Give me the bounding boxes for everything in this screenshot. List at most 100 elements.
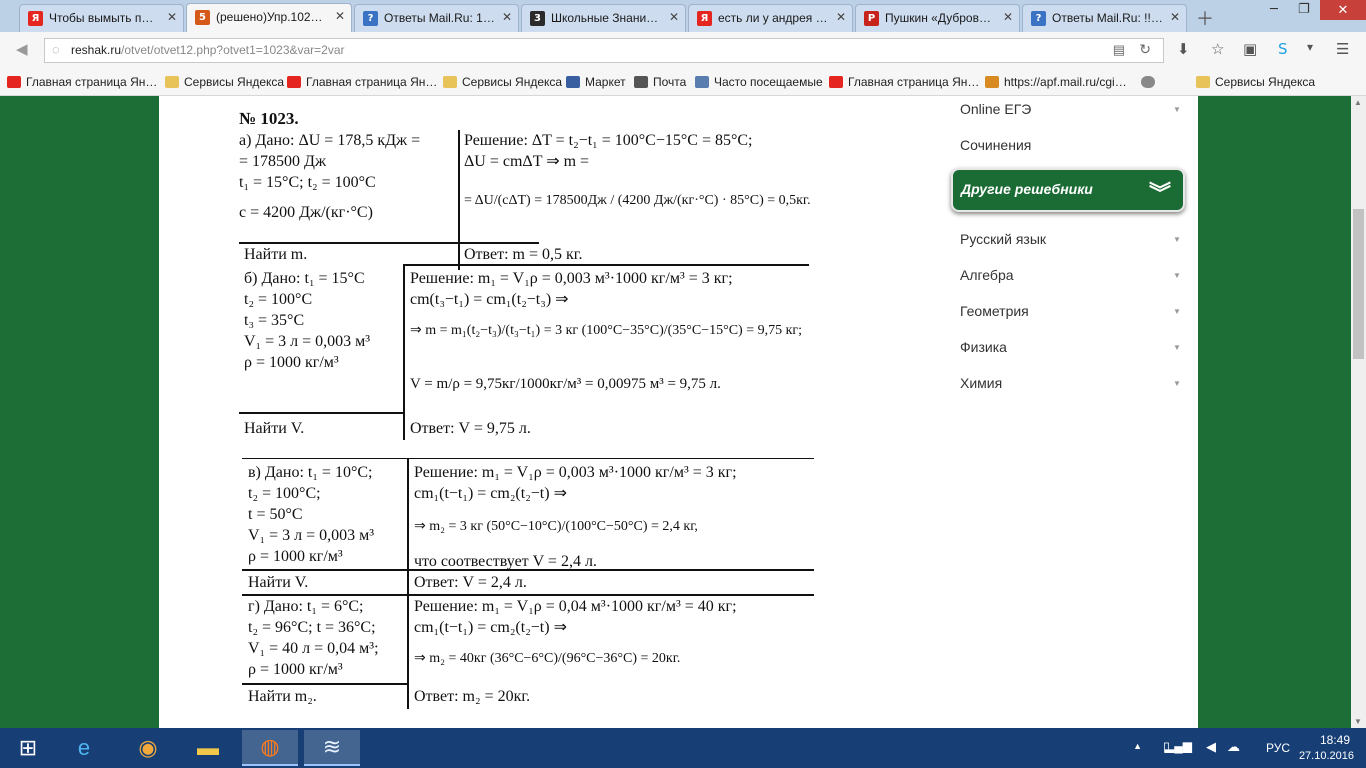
scrollbar-thumb[interactable]	[1353, 209, 1364, 359]
solution-line: Найти m₂.	[248, 688, 317, 705]
sidebar-item-chemistry[interactable]: Химия	[960, 375, 1002, 391]
divider	[458, 130, 460, 270]
back-icon[interactable]: ◀	[16, 40, 28, 58]
close-tab-icon[interactable]: ✕	[335, 9, 345, 23]
close-tab-icon[interactable]: ✕	[502, 10, 512, 24]
reshak-icon: 5	[195, 10, 210, 25]
tab-3[interactable]: 3 Школьные Знани… ✕	[521, 4, 686, 32]
solution-line: Найти V.	[248, 574, 309, 591]
bookmark-item[interactable]: Главная страница Ян…	[7, 75, 157, 89]
solution-line: V₁ = 3 л = 0,003 м³	[244, 333, 371, 350]
yandex-browser-icon[interactable]: ◉	[120, 730, 176, 766]
solution-line: V₁ = 40 л = 0,04 м³;	[248, 640, 379, 657]
tab-6[interactable]: ? Ответы Mail.Ru: !!… ✕	[1022, 4, 1187, 32]
sidebar-item-algebra[interactable]: Алгебра	[960, 267, 1014, 283]
divider	[407, 594, 409, 709]
yandex-icon	[7, 76, 21, 88]
solution-line: в) Дано: t₁ = 10°C;	[248, 464, 373, 481]
sidebar-item-online-ege[interactable]: Online ЕГЭ	[960, 101, 1031, 117]
close-tab-icon[interactable]: ✕	[1003, 10, 1013, 24]
close-tab-icon[interactable]: ✕	[1170, 10, 1180, 24]
bookmark-label: Сервисы Яндекса	[1215, 75, 1316, 89]
bookmarks-list-icon[interactable]: ▣	[1243, 40, 1257, 58]
tray-chevron-icon[interactable]: ▲	[1133, 741, 1142, 751]
other-solvers-button[interactable]: Другие решебники ︾	[951, 168, 1185, 212]
file-explorer-icon[interactable]: ▬	[180, 730, 236, 766]
solution-line: б) Дано: t₁ = 15°C	[244, 270, 365, 287]
clock-time[interactable]: 18:49	[1320, 733, 1350, 747]
exercise-number: № 1023.	[239, 109, 299, 128]
tab-1[interactable]: 5 (решено)Упр.102… ✕	[186, 3, 352, 32]
mail-answers-icon: ?	[1031, 11, 1046, 26]
sidebar-item-russian[interactable]: Русский язык	[960, 231, 1046, 247]
reload-icon[interactable]: ↻	[1139, 41, 1151, 58]
bookmark-item[interactable]: Часто посещаемые	[695, 75, 823, 89]
solution-line: г) Дано: t₁ = 6°C;	[248, 598, 364, 615]
sidebar-item-essays[interactable]: Сочинения	[960, 137, 1031, 153]
windows-start-icon[interactable]: ⊞	[0, 730, 56, 766]
divider	[239, 242, 539, 244]
tab-0[interactable]: Я Чтобы вымыть п… ✕	[19, 4, 184, 32]
language-indicator[interactable]: РУС	[1266, 741, 1290, 755]
bookmark-item[interactable]: https://apf.mail.ru/cgi…	[985, 75, 1127, 89]
bookmark-item[interactable]: Главная страница Ян…	[829, 75, 979, 89]
internet-explorer-icon[interactable]: e	[56, 730, 112, 766]
tab-2[interactable]: ? Ответы Mail.Ru: 1… ✕	[354, 4, 519, 32]
sidebar-item-geometry[interactable]: Геометрия	[960, 303, 1029, 319]
solution-line: а) Дано: ΔU = 178,5 кДж =	[239, 132, 421, 149]
restore-icon[interactable]: ❐	[1298, 2, 1310, 17]
new-tab-icon[interactable]: ＋	[1196, 5, 1214, 31]
page-content: № 1023. а) Дано: ΔU = 178,5 кДж = = 1785…	[159, 96, 1198, 728]
minimize-icon[interactable]: ─	[1270, 2, 1278, 17]
app-window-icon[interactable]: ≋	[304, 730, 360, 766]
reader-view-icon[interactable]: ▤	[1113, 42, 1125, 58]
yandex-icon: Я	[697, 11, 712, 26]
firefox-icon[interactable]: ◍	[242, 730, 298, 766]
sidebar-item-physics[interactable]: Физика	[960, 339, 1007, 355]
bookmark-star-icon[interactable]: ☆	[1211, 40, 1224, 58]
bookmark-item[interactable]: Главная страница Ян…	[287, 75, 437, 89]
pushkin-icon: P	[864, 11, 879, 26]
close-tab-icon[interactable]: ✕	[669, 10, 679, 24]
bookmark-item[interactable]: Сервисы Яндекса	[443, 75, 562, 89]
bookmark-item[interactable]: Сервисы Яндекса	[1196, 75, 1315, 89]
folder-icon	[165, 76, 179, 88]
volume-icon[interactable]: ◀	[1206, 739, 1216, 755]
address-bar[interactable]: ◌ reshak.ru/otvet/otvet12.php?otvet1=102…	[44, 38, 1164, 63]
yandex-disk-icon[interactable]: ☁	[1227, 739, 1240, 755]
folder-icon	[1196, 76, 1210, 88]
tab-4[interactable]: Яесть ли у андрея … ✕	[688, 4, 853, 32]
solution-line: c = 4200 Дж/(кг·°C)	[239, 204, 373, 221]
triangle-down-icon: ▼	[1173, 105, 1181, 114]
bookmark-label: Главная страница Ян…	[306, 75, 438, 89]
chevron-down-icon[interactable]: ▾	[1307, 40, 1313, 54]
divider	[404, 264, 809, 266]
solution-line: ρ = 1000 кг/м³	[244, 354, 339, 371]
solution-image: № 1023. а) Дано: ΔU = 178,5 кДж = = 1785…	[234, 106, 824, 726]
download-icon[interactable]: ⬇	[1177, 40, 1190, 58]
bookmark-item[interactable]: Почта	[634, 75, 686, 89]
network-icon[interactable]: ▂▄▆	[1165, 739, 1192, 753]
clock-date[interactable]: 27.10.2016	[1299, 750, 1354, 762]
scroll-down-icon[interactable]: ▼	[1354, 717, 1362, 726]
znanija-icon: 3	[530, 11, 545, 26]
vertical-scrollbar[interactable]: ▲ ▼	[1351, 96, 1366, 728]
close-tab-icon[interactable]: ✕	[167, 10, 177, 24]
solution-line: Решение: m₁ = V₁ρ = 0,003 м³·1000 кг/м³ …	[410, 270, 733, 287]
taskbar: ⊞ e ◉ ▬ ◍ ≋ ▲ ▯ ▂▄▆ ◀ ☁ РУС 18:49 27.10.…	[0, 728, 1366, 768]
bookmark-item[interactable]: Сервисы Яндекса	[165, 75, 284, 89]
tab-title: (решено)Упр.102…	[216, 10, 323, 24]
close-tab-icon[interactable]: ✕	[836, 10, 846, 24]
bookmark-item[interactable]	[1141, 75, 1160, 89]
menu-icon[interactable]: ☰	[1336, 40, 1349, 58]
close-window-icon[interactable]: ✕	[1320, 0, 1366, 20]
tab-5[interactable]: P Пушкин «Дубров… ✕	[855, 4, 1020, 32]
bookmark-item[interactable]: Маркет	[566, 75, 626, 89]
skype-icon[interactable]: S	[1278, 40, 1288, 58]
triangle-down-icon: ▼	[1173, 271, 1181, 280]
solution-line: cm(t₃−t₁) = cm₁(t₂−t₃) ⇒	[410, 291, 569, 308]
triangle-down-icon: ▼	[1173, 379, 1181, 388]
bookmarks-bar: Главная страница Ян… Сервисы Яндекса Гла…	[0, 69, 1366, 96]
solution-line: t₂ = 100°C	[244, 291, 313, 308]
scroll-up-icon[interactable]: ▲	[1354, 98, 1362, 107]
